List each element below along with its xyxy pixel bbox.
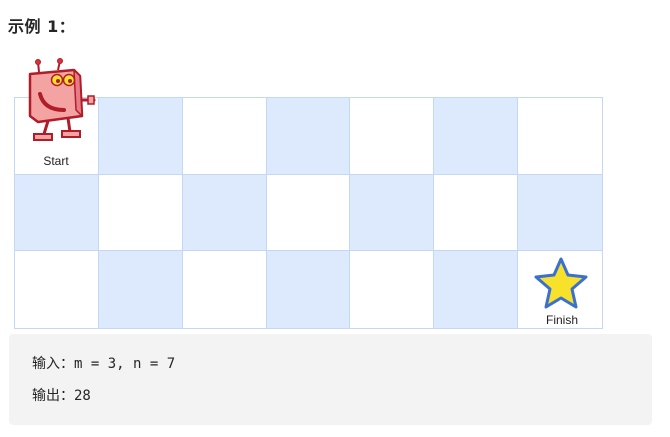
output-line: 输出：28 [32, 388, 91, 404]
grid-cell [350, 98, 435, 175]
grid-cell [182, 174, 267, 252]
grid-cell [182, 251, 267, 328]
grid-cell [434, 98, 519, 175]
grid-board [14, 97, 603, 329]
grid-cell [182, 98, 267, 175]
input-line: 输入：m = 3, n = 7 [32, 356, 176, 372]
robot-icon [28, 58, 96, 141]
grid-cell [98, 251, 183, 328]
grid-cell [350, 174, 435, 252]
grid-cell [518, 98, 602, 175]
grid-cell [350, 251, 435, 328]
grid-cell [518, 174, 602, 252]
grid-cell [98, 174, 183, 252]
grid-cell [15, 174, 99, 252]
example-heading: 示例 1： [8, 17, 76, 36]
start-label: Start [43, 154, 69, 168]
grid-cell [15, 251, 99, 328]
grid-cell [266, 174, 351, 252]
grid-cell [434, 174, 519, 252]
grid-cell [434, 251, 519, 328]
grid-cell [266, 98, 351, 175]
finish-label: Finish [545, 313, 578, 327]
star-icon [534, 257, 588, 309]
grid-cell [266, 251, 351, 328]
example-code-block: 输入：m = 3, n = 7 输出：28 [9, 334, 652, 425]
grid-cell [98, 98, 183, 175]
